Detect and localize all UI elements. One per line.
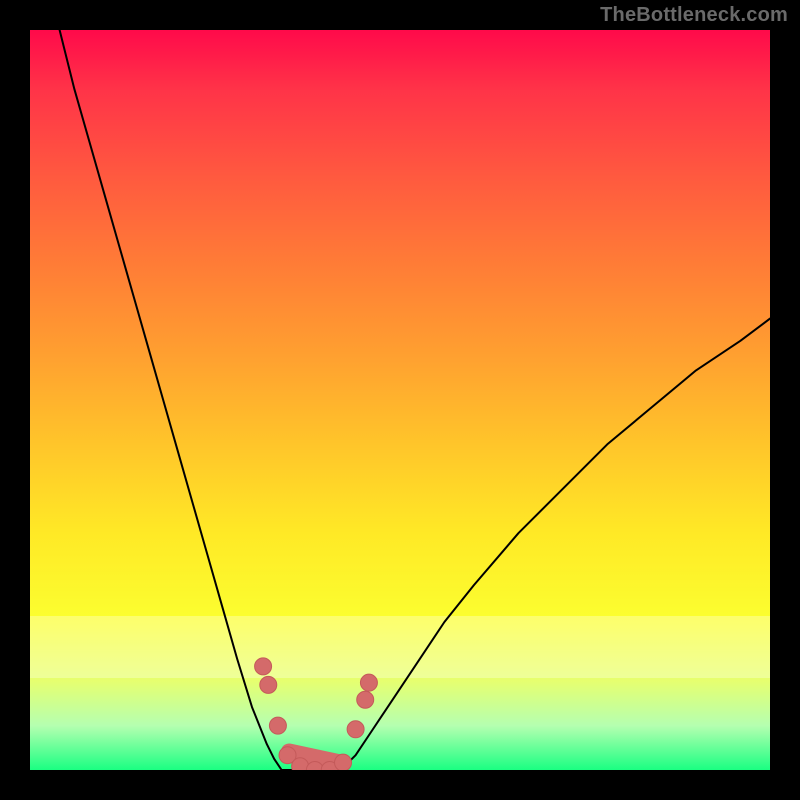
curve-bead bbox=[255, 658, 272, 675]
curve-bead bbox=[357, 691, 374, 708]
watermark-text: TheBottleneck.com bbox=[600, 4, 788, 27]
chart-frame: TheBottleneck.com bbox=[0, 0, 800, 800]
curve-bead bbox=[260, 676, 277, 693]
curve-bead bbox=[292, 758, 309, 770]
curve-bead bbox=[347, 721, 364, 738]
plot-area bbox=[30, 30, 770, 770]
bottleneck-curve bbox=[60, 30, 770, 770]
curve-layer bbox=[30, 30, 770, 770]
curve-bead bbox=[360, 674, 377, 691]
curve-bead bbox=[335, 754, 352, 770]
curve-bead bbox=[269, 717, 286, 734]
